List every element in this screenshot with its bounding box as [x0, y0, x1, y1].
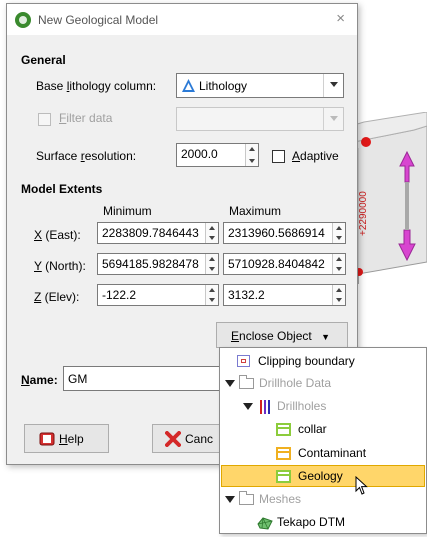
table-icon: [276, 423, 291, 436]
name-input[interactable]: GM: [63, 366, 223, 391]
menu-item-contaminant[interactable]: Contaminant: [220, 442, 426, 464]
app-icon: [15, 12, 31, 28]
enclose-object-menu: Clipping boundary Drillhole Data Drillho…: [219, 347, 427, 534]
menu-item-tekapo-dtm[interactable]: Tekapo DTM: [220, 511, 426, 533]
stepper-icon[interactable]: [245, 144, 258, 166]
help-button[interactable]: Help: [24, 424, 109, 453]
filter-data-label: Filter data: [59, 111, 113, 125]
chevron-down-icon: ▼: [321, 332, 330, 342]
x-max-input[interactable]: 2313960.5686914: [223, 222, 346, 244]
y-min-input[interactable]: 5694185.9828478: [97, 253, 219, 275]
base-lithology-label: Base lithology column:: [36, 79, 157, 93]
menu-item-geology[interactable]: Geology: [220, 465, 426, 495]
minimum-header: Minimum: [103, 204, 152, 218]
model-extents-heading: Model Extents: [21, 182, 103, 196]
close-icon[interactable]: ×: [336, 10, 345, 27]
adaptive-checkbox[interactable]: [272, 150, 285, 163]
chevron-down-icon[interactable]: [323, 74, 343, 97]
clipping-boundary-icon: [237, 355, 250, 367]
stepper-icon[interactable]: [205, 223, 218, 243]
cancel-button[interactable]: Canc: [152, 424, 222, 453]
z-elev-label: Z (Elev):: [34, 290, 80, 304]
chevron-down-icon: [323, 108, 343, 130]
z-max-input[interactable]: 3132.2: [223, 284, 346, 306]
stepper-icon[interactable]: [205, 285, 218, 305]
menu-item-drillholes: Drillholes: [220, 395, 426, 417]
adaptive-label: Adaptive: [292, 149, 339, 163]
expand-triangle-icon[interactable]: [225, 380, 235, 387]
stepper-icon[interactable]: [332, 223, 345, 243]
surface-resolution-label: Surface resolution:: [36, 149, 137, 163]
y-north-label: Y (North):: [34, 259, 86, 273]
stepper-icon[interactable]: [332, 285, 345, 305]
table-icon: [276, 447, 291, 460]
x-east-label: X (East):: [34, 228, 81, 242]
stepper-icon[interactable]: [205, 254, 218, 274]
expand-triangle-icon[interactable]: [225, 496, 235, 503]
title-bar: New Geological Model ×: [7, 4, 357, 35]
filter-data-checkbox[interactable]: [38, 113, 51, 126]
menu-item-drillhole-data: Drillhole Data: [220, 372, 426, 394]
axis-label: +2290000: [358, 191, 369, 236]
enclose-object-button[interactable]: Enclose Object ▼: [216, 322, 348, 348]
filter-data-select: [176, 107, 344, 131]
menu-item-meshes: Meshes: [220, 488, 426, 510]
folder-icon: [239, 491, 254, 505]
help-icon: [39, 432, 55, 449]
name-label: Name:: [21, 373, 58, 387]
base-lithology-select[interactable]: Lithology: [176, 73, 344, 98]
maximum-header: Maximum: [229, 204, 282, 218]
menu-item-collar[interactable]: collar: [220, 418, 426, 440]
folder-icon: [239, 375, 254, 389]
expand-triangle-icon[interactable]: [243, 403, 253, 410]
z-min-input[interactable]: -122.2: [97, 284, 219, 306]
menu-item-clipping-boundary[interactable]: Clipping boundary: [220, 350, 426, 372]
dialog-title: New Geological Model: [38, 13, 159, 27]
lithology-column-icon: [181, 78, 196, 93]
base-lithology-value: Lithology: [199, 79, 248, 93]
y-max-input[interactable]: 5710928.8404842: [223, 253, 346, 275]
general-heading: General: [21, 53, 66, 67]
x-min-input[interactable]: 2283809.7846443: [97, 222, 219, 244]
surface-resolution-input[interactable]: 2000.0: [176, 143, 259, 167]
stepper-icon[interactable]: [332, 254, 345, 274]
table-icon: [276, 470, 291, 483]
cancel-icon: [165, 431, 181, 450]
